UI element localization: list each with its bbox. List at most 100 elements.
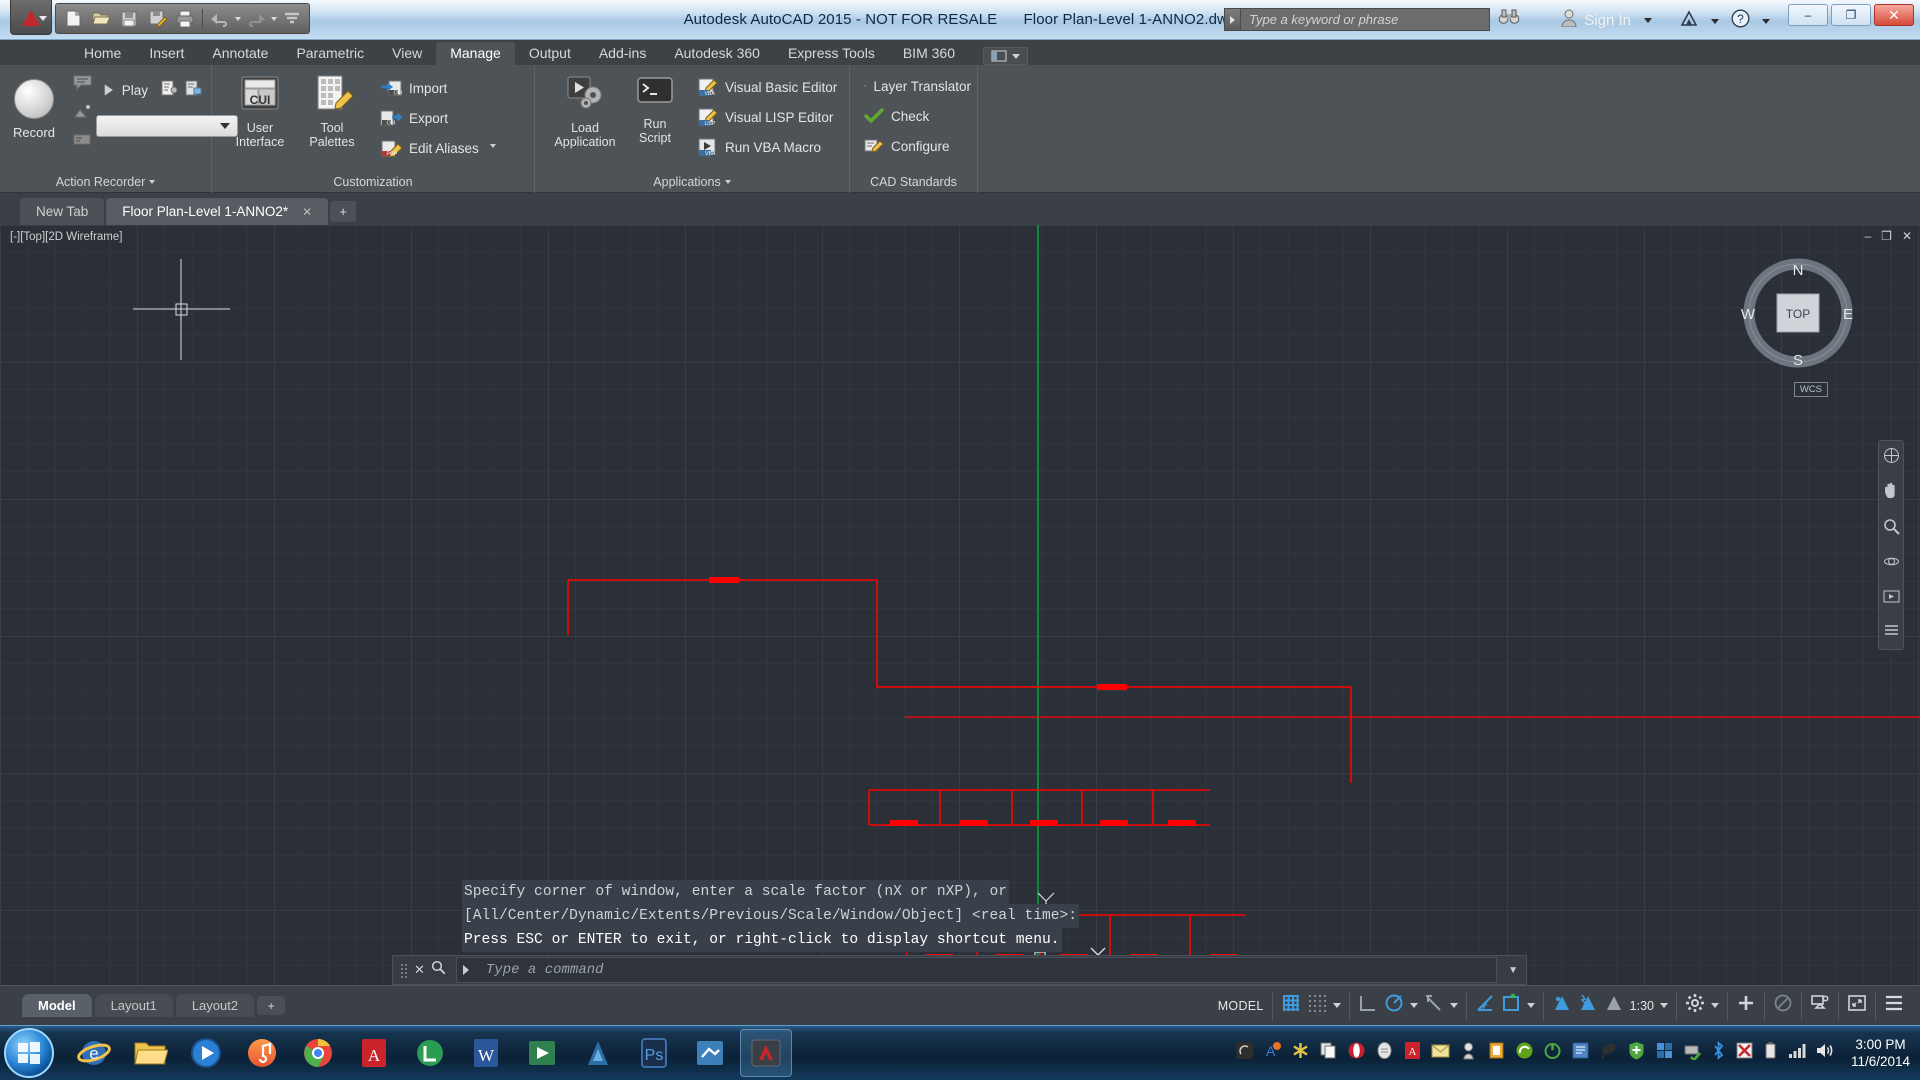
tray-acrobat-icon[interactable]: A — [1403, 1041, 1422, 1065]
run-script-button[interactable]: Run Script — [625, 67, 685, 172]
tray-signal-icon[interactable] — [1787, 1042, 1806, 1064]
tray-antivirus-icon[interactable]: A — [1263, 1041, 1282, 1065]
tray-satellite-icon[interactable] — [1599, 1041, 1618, 1065]
record-button[interactable]: Record — [0, 67, 68, 172]
model-paper-toggle[interactable]: MODEL — [1210, 992, 1272, 1020]
tray-volume-icon[interactable] — [1815, 1042, 1834, 1064]
workspace-dropdown-button[interactable] — [982, 47, 1028, 65]
tab-view[interactable]: View — [378, 42, 436, 65]
steering-wheels-icon[interactable] — [1883, 447, 1900, 469]
visual-basic-editor-button[interactable]: VBA Visual Basic Editor — [691, 72, 843, 102]
close-icon[interactable]: ✕ — [302, 205, 312, 219]
file-tab-floor-plan[interactable]: Floor Plan-Level 1-ANNO2* ✕ — [106, 198, 329, 225]
tab-insert[interactable]: Insert — [135, 42, 198, 65]
tray-update-icon[interactable] — [1571, 1041, 1590, 1065]
taskbar-photoshop[interactable]: Ps — [628, 1029, 680, 1077]
layout-tab-layout1[interactable]: Layout1 — [94, 994, 173, 1017]
tray-shield-icon[interactable] — [1627, 1041, 1646, 1065]
run-vba-macro-button[interactable]: VBA Run VBA Macro — [691, 132, 843, 162]
import-cui-button[interactable]: CUI Import — [374, 73, 502, 103]
search-input[interactable]: Type a keyword or phrase — [1240, 8, 1490, 31]
tray-copy-icon[interactable] — [1319, 1041, 1338, 1065]
dynamic-input-icon[interactable] — [1501, 993, 1521, 1018]
taskbar-itunes[interactable] — [236, 1029, 288, 1077]
sign-in-area[interactable]: Sign In — [1561, 9, 1652, 32]
view-cube[interactable]: TOP N S E W — [1738, 253, 1858, 373]
viewport-minimize-icon[interactable]: – — [1864, 229, 1871, 243]
tray-oval-icon[interactable] — [1375, 1041, 1394, 1065]
tab-add-ins[interactable]: Add-ins — [585, 42, 660, 65]
layout-tab-model[interactable]: Model — [22, 994, 92, 1017]
polar-tracking-icon[interactable] — [1384, 993, 1404, 1018]
tray-printer-icon[interactable] — [1459, 1041, 1478, 1065]
tray-bluetooth-icon[interactable] — [1711, 1041, 1726, 1065]
load-application-button[interactable]: Load Application — [545, 67, 625, 172]
tray-printer-check-icon[interactable] — [1683, 1041, 1702, 1065]
osnap-dropdown-icon[interactable] — [1449, 1003, 1458, 1008]
object-snap-tracking-icon[interactable] — [1424, 993, 1444, 1018]
panel-expand-icon[interactable] — [149, 180, 156, 184]
insert-base-point-icon[interactable] — [73, 104, 92, 124]
taskbar-chrome[interactable] — [292, 1029, 344, 1077]
command-search-icon[interactable] — [431, 960, 446, 980]
autodesk-exchange-icon[interactable] — [1679, 9, 1699, 33]
tab-annotate[interactable]: Annotate — [198, 42, 282, 65]
tab-parametric[interactable]: Parametric — [282, 42, 378, 65]
chevron-down-icon[interactable] — [1644, 18, 1652, 23]
taskbar-word[interactable]: W — [460, 1029, 512, 1077]
tray-opera-icon[interactable] — [1347, 1041, 1366, 1065]
viewport-label[interactable]: [-][Top][2D Wireframe] — [10, 231, 122, 243]
file-tab-new-tab[interactable]: New Tab — [20, 198, 105, 225]
dyninput-dropdown-icon[interactable] — [1526, 1003, 1535, 1008]
tab-home[interactable]: Home — [70, 42, 135, 65]
clean-screen-icon[interactable] — [1847, 993, 1867, 1018]
grid-display-icon[interactable] — [1281, 993, 1301, 1018]
help-icon[interactable]: ? — [1731, 9, 1750, 33]
tray-office-icon[interactable] — [1487, 1041, 1506, 1065]
command-expand-icon[interactable]: ▼ — [1500, 965, 1526, 976]
action-macro-manager-icon[interactable] — [161, 80, 178, 101]
taskbar-revit[interactable] — [572, 1029, 624, 1077]
search-dropdown-icon[interactable] — [1224, 8, 1240, 31]
chevron-down-icon[interactable] — [489, 144, 496, 148]
showmotion-icon[interactable] — [1883, 588, 1900, 610]
taskbar-media-player[interactable] — [180, 1029, 232, 1077]
isolate-objects-icon[interactable] — [1773, 993, 1793, 1018]
tray-sound-meter-icon[interactable] — [1235, 1041, 1254, 1065]
tab-express-tools[interactable]: Express Tools — [774, 42, 889, 65]
taskbar-libreoffice[interactable] — [404, 1029, 456, 1077]
tray-power-icon[interactable] — [1543, 1041, 1562, 1065]
command-close-icon[interactable]: ✕ — [414, 962, 425, 978]
ortho-mode-icon[interactable] — [1358, 993, 1378, 1018]
orbit-icon[interactable] — [1883, 553, 1900, 575]
snap-mode-icon[interactable] — [1307, 993, 1327, 1018]
tray-mail-icon[interactable] — [1431, 1043, 1450, 1064]
scale-dropdown-icon[interactable] — [1660, 1003, 1668, 1008]
tray-asterisk-icon[interactable] — [1291, 1041, 1310, 1065]
taskbar-clock[interactable]: 3:00 PM 11/6/2014 — [1843, 1036, 1910, 1070]
tray-network-error-icon[interactable] — [1735, 1041, 1754, 1065]
tab-bim-360[interactable]: BIM 360 — [889, 42, 969, 65]
close-button[interactable]: ✕ — [1874, 4, 1914, 26]
tray-nvidia-icon[interactable] — [1515, 1041, 1534, 1065]
command-input[interactable]: Type a command — [455, 957, 1498, 983]
maximize-button[interactable]: ❐ — [1831, 4, 1871, 26]
insert-user-message-icon[interactable] — [185, 80, 202, 101]
tray-battery-icon[interactable] — [1763, 1041, 1778, 1065]
annotation-visibility-icon[interactable] — [1552, 993, 1572, 1018]
polar-dropdown-icon[interactable] — [1409, 1003, 1418, 1008]
customization-icon[interactable] — [1884, 995, 1904, 1016]
configure-standards-button[interactable]: Configure — [858, 131, 977, 161]
snap-dropdown-icon[interactable] — [1332, 1003, 1341, 1008]
start-button[interactable] — [4, 1028, 54, 1078]
export-cui-button[interactable]: CUI Export — [374, 103, 502, 133]
zoom-extents-icon[interactable] — [1883, 518, 1900, 540]
viewport-close-icon[interactable]: ✕ — [1902, 229, 1912, 243]
search-binoculars-icon[interactable] — [1498, 8, 1520, 31]
layout-tab-layout2[interactable]: Layout2 — [175, 994, 255, 1017]
tab-output[interactable]: Output — [515, 42, 585, 65]
tool-palettes-button[interactable]: Tool Palettes — [296, 67, 368, 172]
taskbar-file-explorer[interactable] — [124, 1029, 176, 1077]
user-interface-button[interactable]: CUI User Interface — [224, 67, 296, 172]
tray-dropbox-icon[interactable] — [1655, 1041, 1674, 1065]
